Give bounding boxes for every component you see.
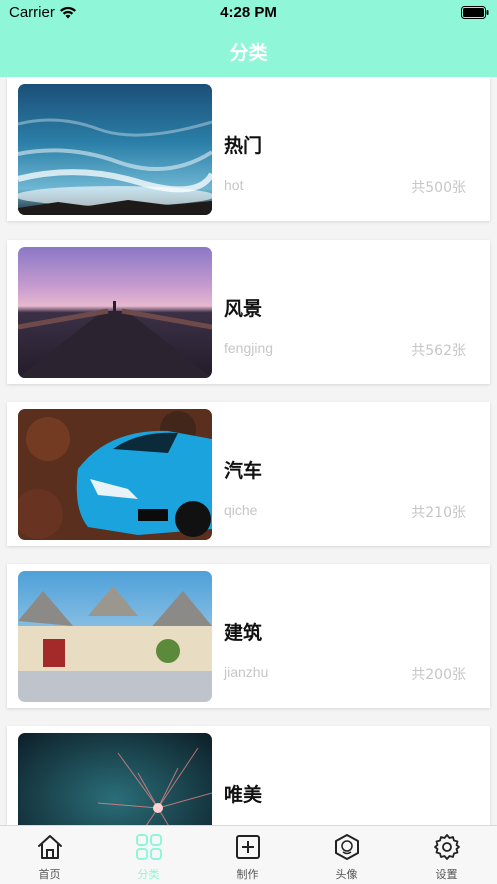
category-name: 热门 bbox=[224, 135, 263, 157]
category-count: 共562张 bbox=[411, 343, 466, 359]
home-icon bbox=[38, 835, 62, 859]
category-name: 汽车 bbox=[224, 460, 263, 482]
category-card-jianzhu[interactable]: 建筑 jianzhu 共200张 bbox=[7, 564, 490, 708]
status-bar: Carrier 4:28 PM bbox=[0, 0, 497, 26]
category-name: 风景 bbox=[224, 298, 263, 320]
category-card-hot[interactable]: 热门 hot 共500张 bbox=[7, 77, 490, 221]
category-thumbnail[interactable] bbox=[18, 409, 212, 540]
page-title: 分类 bbox=[229, 42, 268, 64]
tab-label: 首页 bbox=[38, 868, 61, 881]
category-card-fengjing[interactable]: 风景 fengjing 共562张 bbox=[7, 240, 490, 384]
grid-icon bbox=[136, 834, 162, 860]
battery-icon bbox=[461, 6, 489, 19]
category-count: 共210张 bbox=[411, 505, 466, 521]
plus-square-icon bbox=[236, 835, 260, 859]
tab-label: 设置 bbox=[435, 868, 458, 881]
category-count: 共500张 bbox=[411, 180, 466, 196]
tab-label: 制作 bbox=[236, 868, 259, 881]
tab-home[interactable]: 首页 bbox=[0, 826, 99, 884]
status-time: 4:28 PM bbox=[220, 4, 277, 21]
category-card-weimei[interactable]: 唯美 bbox=[7, 726, 490, 825]
tab-label: 头像 bbox=[335, 868, 358, 881]
category-thumbnail[interactable] bbox=[18, 84, 212, 215]
category-count: 共200张 bbox=[411, 667, 466, 683]
gear-icon bbox=[434, 834, 460, 860]
tab-avatar[interactable]: 头像 bbox=[297, 826, 396, 884]
tab-category[interactable]: 分类 bbox=[99, 826, 198, 884]
category-card-qiche[interactable]: 汽车 qiche 共210张 bbox=[7, 402, 490, 546]
tab-label: 分类 bbox=[137, 868, 160, 881]
category-thumbnail[interactable] bbox=[18, 247, 212, 378]
tab-settings[interactable]: 设置 bbox=[397, 826, 496, 884]
category-pinyin: jianzhu bbox=[224, 664, 269, 680]
tab-bar: 首页 分类 制作 头像 设置 bbox=[0, 825, 497, 884]
tab-create[interactable]: 制作 bbox=[198, 826, 297, 884]
category-thumbnail[interactable] bbox=[18, 571, 212, 702]
avatar-hex-icon bbox=[335, 834, 359, 860]
category-pinyin: qiche bbox=[224, 502, 258, 518]
category-pinyin: fengjing bbox=[224, 340, 274, 356]
category-thumbnail[interactable] bbox=[18, 733, 212, 825]
nav-header: Carrier 4:28 PM 分类 bbox=[0, 0, 497, 77]
category-pinyin: hot bbox=[224, 177, 244, 193]
category-list[interactable]: 热门 hot 共500张 风景 fengjing 共562张 汽车 qiche … bbox=[0, 77, 497, 825]
category-name: 唯美 bbox=[224, 784, 263, 806]
category-name: 建筑 bbox=[224, 622, 263, 644]
